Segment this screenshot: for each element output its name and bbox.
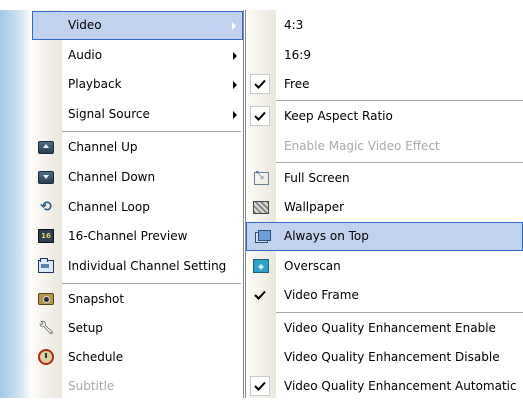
menu-item-label: Full Screen (284, 171, 350, 185)
snapshot-icon (38, 291, 54, 307)
channel-down-icon (38, 169, 54, 185)
submenu-arrow-icon (233, 111, 237, 119)
menu-item-label: Free (284, 77, 310, 91)
menu-item-label: Signal Source (68, 107, 150, 121)
schedule-icon (38, 349, 54, 365)
channel-loop-icon: ⟲ (40, 199, 52, 215)
checkmark-icon (250, 74, 270, 94)
submenu-item-full-screen[interactable]: Full Screen (246, 164, 523, 193)
menu-item-label: Channel Loop (68, 200, 150, 214)
menu-item-label: 16:9 (284, 48, 311, 62)
menu-item-16-channel-preview[interactable]: 16 16-Channel Preview (0, 222, 243, 251)
menu-item-label: Video Frame (284, 288, 359, 302)
menu-item-label: Keep Aspect Ratio (284, 109, 393, 123)
menu-item-channel-up[interactable]: Channel Up (0, 133, 243, 162)
checkmark-icon (250, 376, 270, 396)
submenu-item-vqe-disable[interactable]: Video Quality Enhancement Disable (246, 343, 523, 372)
submenu-item-video-frame[interactable]: Video Frame (246, 281, 523, 310)
menu-item-label: Schedule (68, 350, 124, 364)
submenu-item-vqe-automatic[interactable]: Video Quality Enhancement Automatic (246, 372, 523, 401)
menu-item-label: Setup (68, 321, 103, 335)
channel-up-icon (38, 139, 54, 155)
menu-item-signal-source[interactable]: Signal Source (0, 100, 243, 129)
menu-item-label: Snapshot (68, 292, 125, 306)
menu-item-label: Wallpaper (284, 200, 345, 214)
submenu-item-overscan[interactable]: ◈ Overscan (246, 252, 523, 281)
sixteen-channel-preview-icon: 16 (38, 228, 54, 244)
menu-item-label: Overscan (284, 259, 341, 273)
menu-item-label: Channel Down (68, 170, 156, 184)
menu-item-label: Subtitle (68, 379, 115, 393)
menu-item-label: Video Quality Enhancement Enable (284, 321, 496, 335)
context-menu-video-submenu: 4:3 16:9 Free Keep Aspect Ratio Enable M… (245, 10, 523, 398)
submenu-item-16-9[interactable]: 16:9 (246, 41, 523, 70)
menu-item-channel-loop[interactable]: ⟲ Channel Loop (0, 193, 243, 222)
submenu-arrow-icon (232, 22, 236, 30)
channel-setting-icon (38, 257, 54, 274)
menu-item-video[interactable]: Video (32, 11, 243, 40)
menu-separator (62, 283, 241, 284)
submenu-item-4-3[interactable]: 4:3 (246, 11, 523, 40)
menu-item-schedule[interactable]: Schedule (0, 343, 243, 372)
menu-item-label: Playback (68, 77, 122, 91)
menu-item-label: 4:3 (284, 18, 304, 32)
menu-item-label: Channel Up (68, 140, 138, 154)
menu-separator (62, 131, 241, 132)
menu-item-setup[interactable]: 🔧︎ Setup (0, 314, 243, 343)
full-screen-icon (253, 170, 269, 186)
setup-icon: 🔧︎ (37, 320, 55, 336)
wallpaper-icon (253, 199, 269, 215)
menu-item-label: Video Quality Enhancement Automatic (284, 379, 517, 393)
menu-item-label: Video Quality Enhancement Disable (284, 350, 500, 364)
checkmark-icon (250, 106, 270, 126)
submenu-item-free[interactable]: Free (246, 70, 523, 99)
submenu-arrow-icon (233, 81, 237, 89)
submenu-item-enable-magic-video-effect: Enable Magic Video Effect (246, 132, 523, 161)
submenu-arrow-icon (233, 52, 237, 60)
menu-item-playback[interactable]: Playback (0, 70, 243, 99)
menu-item-label: 16-Channel Preview (68, 229, 188, 243)
menu-item-subtitle: Subtitle (0, 372, 243, 401)
menu-item-label: Enable Magic Video Effect (284, 139, 440, 153)
menu-separator (276, 312, 523, 313)
menu-item-label: Individual Channel Setting (68, 259, 227, 273)
menu-item-audio[interactable]: Audio (0, 41, 243, 70)
submenu-item-wallpaper[interactable]: Wallpaper (246, 193, 523, 222)
context-menu-main: Video Audio Playback Signal Source Chann… (0, 10, 244, 398)
overscan-icon: ◈ (253, 258, 269, 274)
menu-separator (276, 100, 523, 101)
submenu-item-keep-aspect-ratio[interactable]: Keep Aspect Ratio (246, 102, 523, 131)
always-on-top-icon (254, 228, 271, 244)
menu-item-label: Audio (68, 48, 103, 62)
menu-item-label: Video (68, 18, 102, 32)
menu-item-individual-channel-setting[interactable]: Individual Channel Setting (0, 252, 243, 281)
menu-item-label: Always on Top (284, 229, 369, 243)
menu-item-snapshot[interactable]: Snapshot (0, 285, 243, 314)
menu-item-channel-down[interactable]: Channel Down (0, 163, 243, 192)
menu-separator (276, 162, 523, 163)
submenu-item-vqe-enable[interactable]: Video Quality Enhancement Enable (246, 314, 523, 343)
submenu-item-always-on-top[interactable]: Always on Top (246, 222, 523, 251)
checkmark-icon (250, 285, 270, 305)
